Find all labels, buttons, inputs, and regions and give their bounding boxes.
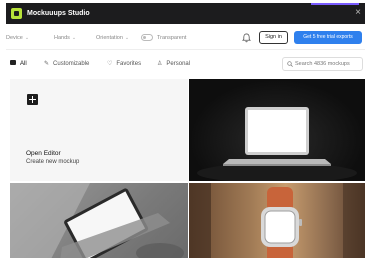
orientation-dropdown[interactable]: Orientation ⌄ [96, 34, 129, 42]
laptop-mockup-image [197, 107, 357, 181]
filter-all[interactable]: All [10, 60, 27, 69]
app-logo-icon [11, 8, 22, 19]
transparent-toggle[interactable] [141, 34, 153, 41]
filter-customizable-label: Customizable [53, 61, 90, 67]
app-title: Mockuuups Studio [27, 10, 90, 17]
hands-dropdown-label: Hands [54, 35, 70, 41]
add-icon [27, 94, 38, 105]
device-dropdown-label: Device [6, 35, 23, 41]
filter-bar: All ✎ Customizable ♡ Favorites ♙ Personal S… [6, 54, 365, 76]
heart-icon: ♡ [107, 61, 113, 67]
open-editor-card[interactable]: Open Editor Create new mockup [10, 79, 188, 181]
accent-line [311, 3, 359, 5]
filter-favorites[interactable]: ♡ Favorites [107, 60, 141, 69]
filter-customizable[interactable]: ✎ Customizable [44, 60, 89, 69]
editor-title: Open Editor [26, 150, 61, 157]
watch-mockup-image [189, 183, 365, 258]
free-trial-button[interactable]: Get 5 free trial exports [294, 31, 362, 44]
mockup-card-laptop-hands[interactable] [10, 183, 188, 258]
pencil-icon: ✎ [44, 61, 50, 67]
close-icon[interactable]: × [355, 7, 361, 19]
editor-subtitle: Create new mockup [26, 159, 80, 165]
sign-in-button[interactable]: Sign in [259, 31, 288, 44]
orientation-dropdown-label: Orientation [96, 35, 123, 41]
search-icon [287, 61, 293, 67]
chevron-down-icon: ⌄ [71, 35, 77, 41]
hands-dropdown[interactable]: Hands ⌄ [54, 34, 76, 42]
search-input[interactable]: Search 4836 mockups [282, 57, 363, 71]
app-window: Mockuuups Studio × Device ⌄ Hands ⌄ Orient… [6, 3, 365, 258]
bell-icon[interactable] [242, 33, 251, 43]
mockup-card-laptop[interactable] [189, 79, 365, 181]
device-dropdown[interactable]: Device ⌄ [6, 34, 29, 42]
transparent-label: Transparent [157, 35, 187, 41]
filter-personal-label: Personal [166, 61, 191, 67]
grid-icon [10, 60, 16, 65]
title-bar: Mockuuups Studio × [6, 3, 365, 24]
laptop-hands-mockup-image [10, 183, 184, 258]
chevron-down-icon: ⌄ [24, 35, 30, 41]
filter-all-label: All [20, 61, 27, 67]
mockup-card-watch[interactable] [189, 183, 365, 258]
filter-favorites-label: Favorites [116, 61, 142, 67]
chevron-down-icon: ⌄ [124, 35, 130, 41]
filter-personal[interactable]: ♙ Personal [157, 60, 190, 69]
toolbar: Device ⌄ Hands ⌄ Orientation ⌄ Transparent … [6, 26, 365, 50]
search-placeholder: Search 4836 mockups [295, 61, 350, 67]
user-icon: ♙ [157, 61, 163, 67]
